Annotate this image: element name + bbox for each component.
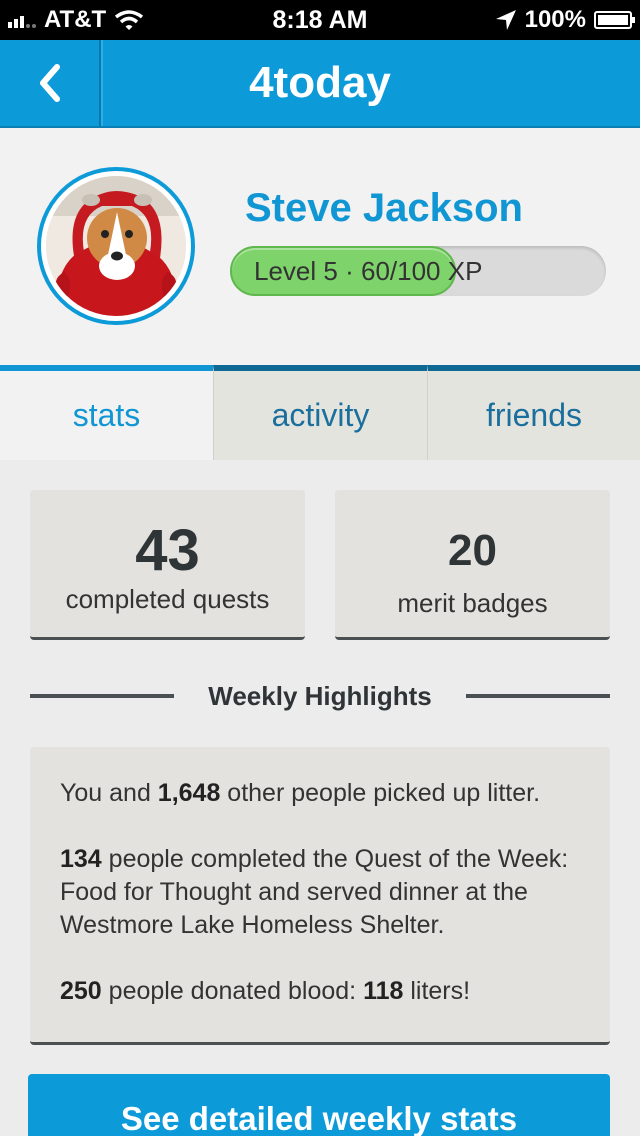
merit-badges-label: merit badges <box>397 588 548 618</box>
level-label: Level 5 <box>254 256 338 286</box>
weekly-highlights-card: You and 1,648 other people picked up lit… <box>30 747 610 1045</box>
avatar[interactable] <box>37 167 195 325</box>
battery-level <box>598 15 628 25</box>
xp-separator: · <box>345 256 354 286</box>
tab-friends[interactable]: friends <box>427 365 640 460</box>
xp-label: 60/100 XP <box>360 256 483 286</box>
tab-stats[interactable]: stats <box>0 365 213 460</box>
chevron-left-icon <box>39 64 60 102</box>
battery-icon <box>594 11 635 29</box>
location-arrow-icon <box>495 10 516 30</box>
xp-progress-text: Level 5 · 60/100 XP <box>254 246 482 296</box>
tab-activity[interactable]: activity <box>213 365 427 460</box>
nav-bar: 4today <box>0 40 640 128</box>
completed-quests-label: completed quests <box>65 584 270 614</box>
heading-divider-left <box>30 694 174 698</box>
profile-tabs: stats activity friends <box>0 365 640 460</box>
profile-header: Steve Jackson Level 5 · 60/100 XP <box>0 128 640 365</box>
merit-badges-count: 20 <box>448 526 497 575</box>
status-bar: AT&T 8:18 AM 100% <box>0 0 640 40</box>
completed-quests-count: 43 <box>135 518 200 583</box>
status-bar-right: 100% <box>495 0 635 40</box>
user-name: Steve Jackson <box>245 186 523 230</box>
weekly-highlights-title: Weekly Highlights <box>208 680 432 711</box>
highlight-item: You and 1,648 other people picked up lit… <box>60 779 541 807</box>
merit-badges-card[interactable]: 20 merit badges <box>335 490 610 640</box>
highlight-item: 134 people completed the Quest of the We… <box>60 845 569 939</box>
avatar-photo <box>46 176 186 316</box>
back-button[interactable] <box>0 40 103 126</box>
battery-percent: 100% <box>524 6 586 33</box>
completed-quests-card[interactable]: 43 completed quests <box>30 490 305 640</box>
see-detailed-weekly-stats-button[interactable]: See detailed weekly stats <box>28 1074 610 1136</box>
highlight-item: 250 people donated blood: 118 liters! <box>60 977 471 1005</box>
heading-divider-right <box>466 694 610 698</box>
dog-in-costume-image <box>46 176 186 316</box>
xp-progress-bar: Level 5 · 60/100 XP <box>230 246 606 296</box>
weekly-highlights-heading: Weekly Highlights <box>30 676 610 716</box>
